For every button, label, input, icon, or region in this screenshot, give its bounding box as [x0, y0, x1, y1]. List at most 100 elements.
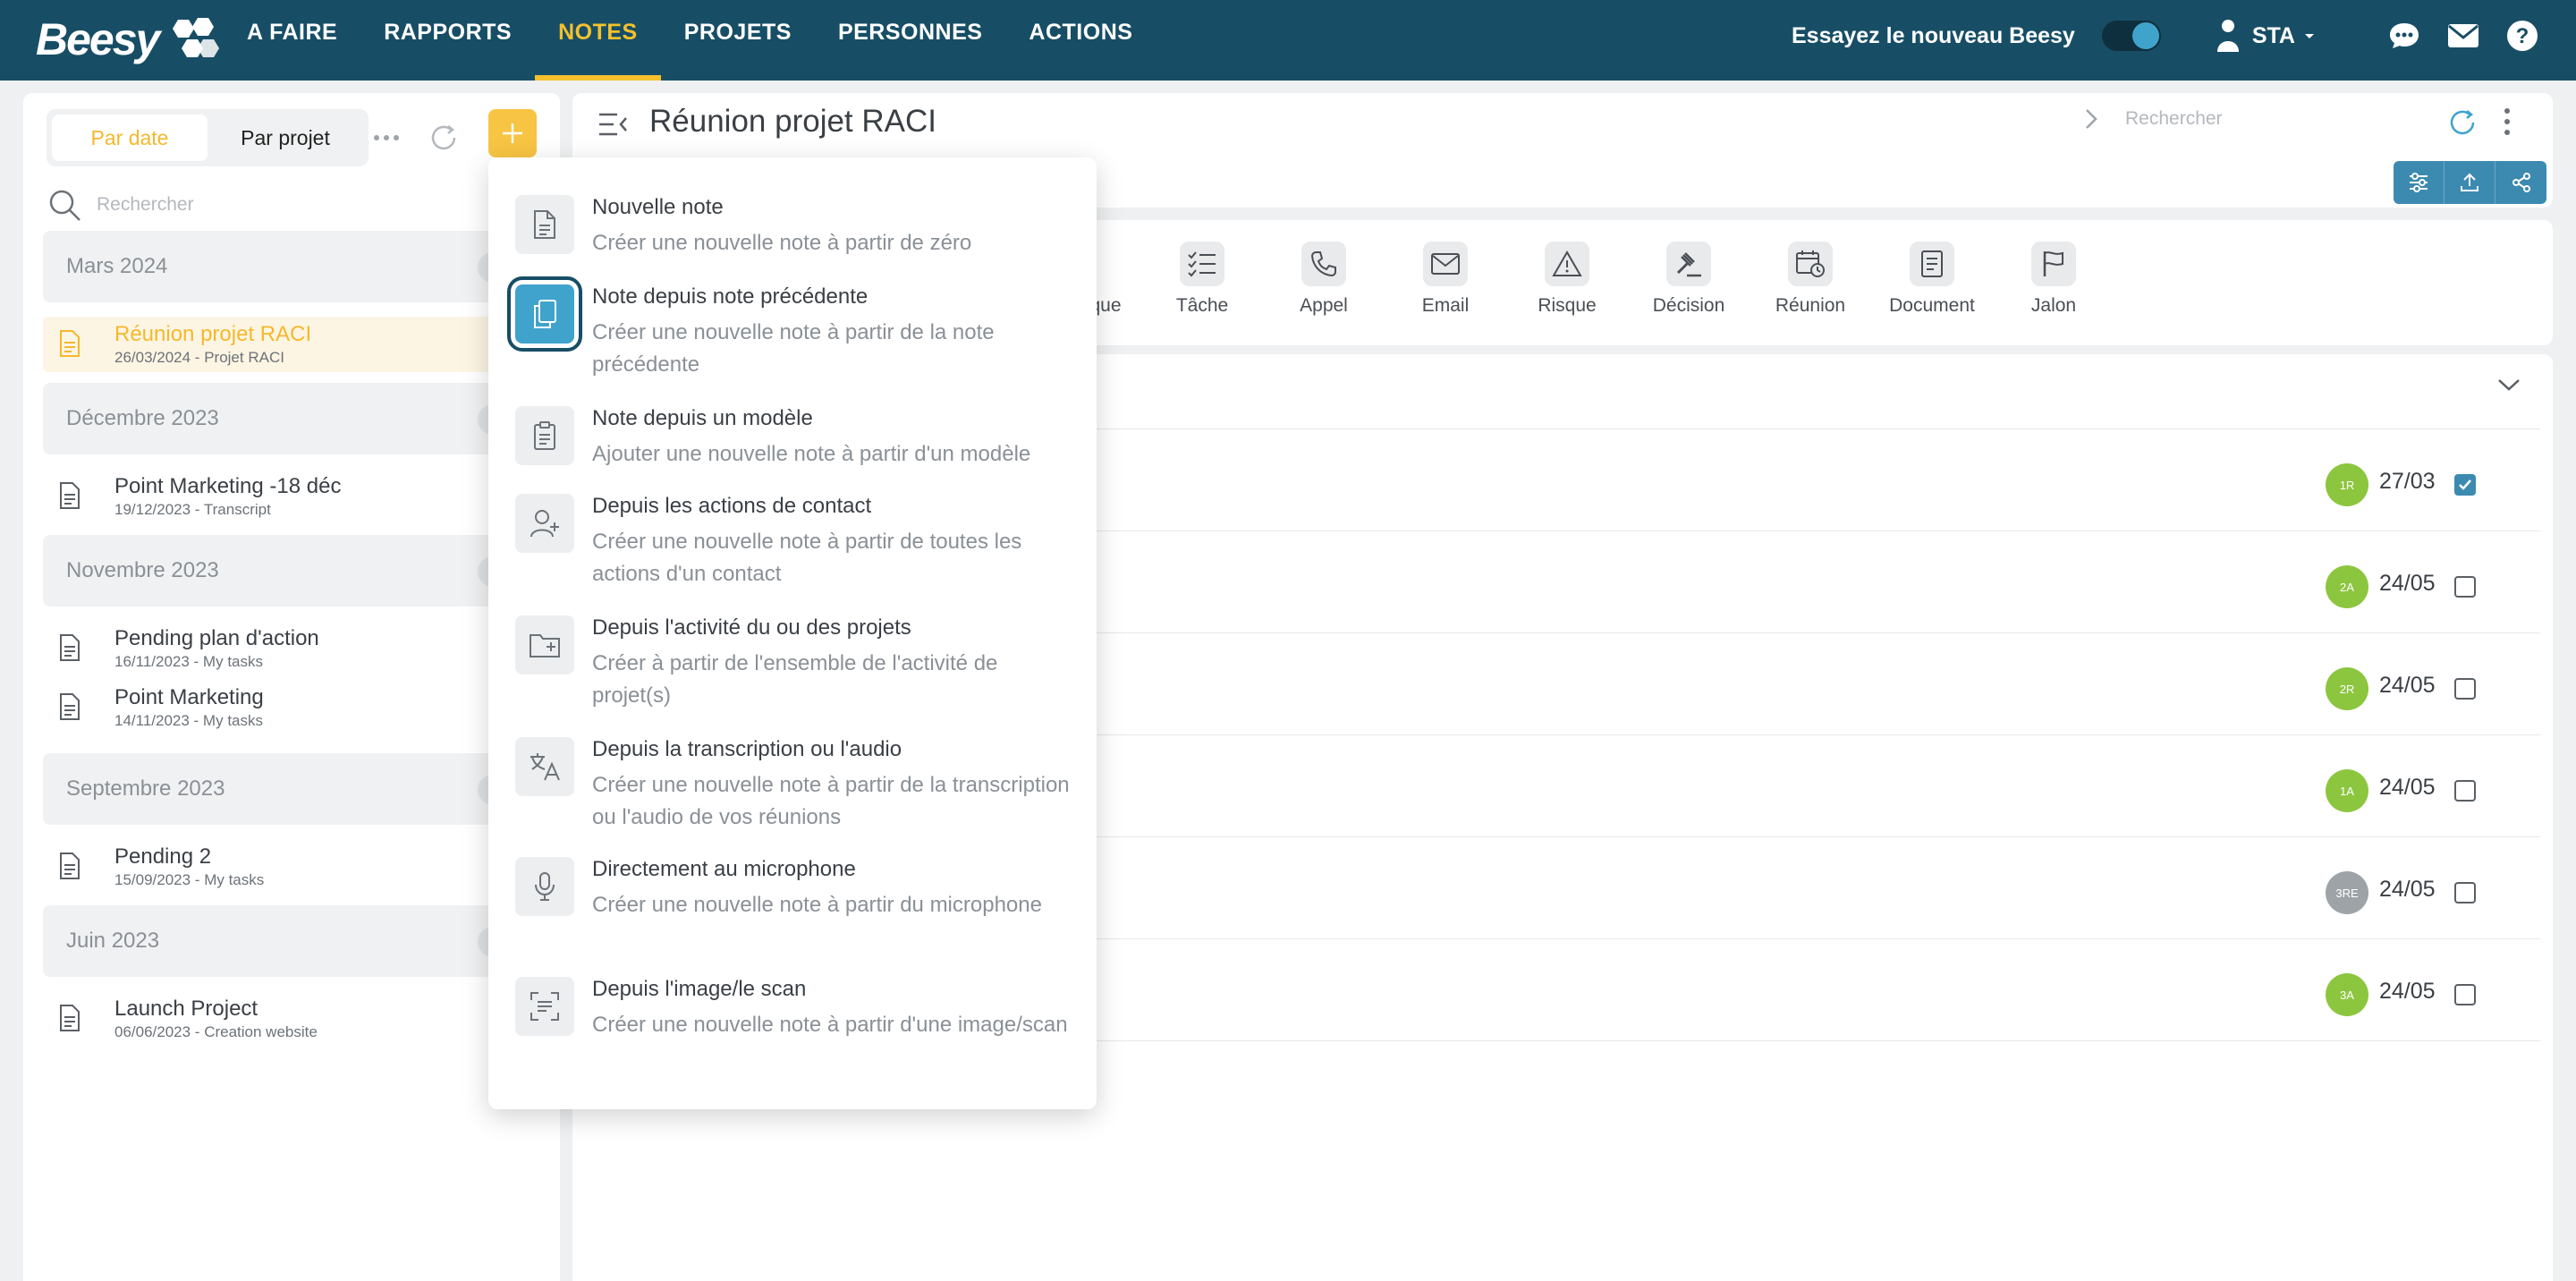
menu-item-title: Depuis l'image/le scan: [592, 977, 807, 1001]
plus-icon: [503, 123, 522, 143]
refresh-icon[interactable]: [426, 120, 462, 156]
collapse-sidebar-icon[interactable]: [597, 111, 630, 142]
menu-item-title: Directement au microphone: [592, 857, 856, 881]
note-item[interactable]: Pending plan d'action 16/11/2023 - My ta…: [43, 621, 544, 676]
document-icon: [60, 853, 80, 879]
document-icon: [60, 482, 80, 509]
nav-rapports[interactable]: RAPPORTS: [360, 0, 535, 81]
avatar: 3A: [2326, 973, 2368, 1016]
row-checkbox[interactable]: [2454, 882, 2476, 903]
month-label: Juin 2023: [66, 929, 160, 953]
mail-icon[interactable]: [2445, 18, 2481, 54]
type-risk[interactable]: Risque: [1513, 242, 1621, 317]
checklist-icon: [1180, 242, 1224, 286]
nav-notes[interactable]: NOTES: [535, 0, 661, 81]
type-label: Jalon: [2030, 295, 2077, 316]
scan-icon: [515, 977, 574, 1036]
type-label: Décision: [1652, 295, 1725, 316]
share-button[interactable]: [2496, 161, 2546, 204]
translate-icon: [515, 737, 574, 796]
note-title: Réunion projet RACI: [114, 322, 312, 346]
month-group-header[interactable]: Juin 2023 1: [43, 905, 544, 977]
help-icon[interactable]: ?: [2504, 18, 2540, 54]
refresh-icon[interactable]: [2447, 107, 2478, 142]
export-button[interactable]: [2445, 161, 2496, 204]
note-subtitle: 14/11/2023 - My tasks: [114, 712, 263, 729]
gavel-icon: [1666, 242, 1711, 286]
new-beesy-toggle[interactable]: [2101, 21, 2161, 51]
menu-item-description: Créer une nouvelle note à partir de la n…: [592, 320, 995, 377]
note-item[interactable]: Réunion projet RACI 26/03/2024 - Projet …: [43, 317, 544, 372]
avatar: 1A: [2326, 769, 2368, 812]
add-note-button[interactable]: [488, 109, 537, 157]
nav-personnes[interactable]: PERSONNES: [815, 0, 1005, 81]
copy-icon: [507, 276, 582, 352]
type-email[interactable]: Email: [1392, 242, 1499, 317]
type-document[interactable]: Document: [1878, 242, 1986, 317]
menu-item-description: Créer à partir de l'ensemble de l'activi…: [592, 651, 998, 708]
avatar: 1R: [2326, 463, 2368, 506]
type-label: Appel: [1300, 295, 1348, 316]
month-group-header[interactable]: Septembre 2023 1: [43, 753, 544, 825]
type-label: Email: [1421, 295, 1470, 316]
flag-icon: [2031, 242, 2076, 286]
chevron-down-icon[interactable]: [2496, 376, 2522, 398]
more-options-icon[interactable]: [369, 120, 404, 156]
menu-item-description: Créer une nouvelle note à partir d'une i…: [592, 1013, 1068, 1037]
row-date: 24/05: [2379, 979, 2436, 1004]
note-title: Pending 2: [114, 844, 212, 869]
avatar: 2R: [2326, 667, 2368, 710]
note-item[interactable]: Launch Project 06/06/2023 - Creation web…: [43, 991, 544, 1047]
type-call[interactable]: Appel: [1270, 242, 1377, 317]
type-decision[interactable]: Décision: [1635, 242, 1742, 317]
topbar-right: Essayez le nouveau Beesy STA ?: [1792, 0, 2540, 72]
note-search[interactable]: Rechercher: [2084, 107, 2223, 131]
user-initials: STA: [2251, 22, 2295, 48]
row-checkbox[interactable]: [2454, 576, 2476, 598]
note-item[interactable]: Point Marketing -18 déc 19/12/2023 - Tra…: [43, 469, 544, 524]
nav-actions[interactable]: ACTIONS: [1005, 0, 1156, 81]
month-label: Novembre 2023: [66, 558, 219, 582]
menu-item-title: Depuis la transcription ou l'audio: [592, 737, 902, 761]
type-milestone[interactable]: Jalon: [2000, 242, 2107, 317]
type-label: Tâche: [1175, 295, 1229, 316]
note-item[interactable]: Point Marketing 14/11/2023 - My tasks: [43, 680, 544, 735]
settings-sliders-button[interactable]: [2394, 161, 2445, 204]
vertical-dots-icon[interactable]: [2503, 107, 2512, 140]
type-label: Réunion: [1775, 295, 1846, 316]
share-icon: [2512, 173, 2530, 192]
menu-item-title: Nouvelle note: [592, 195, 724, 219]
menu-item-title: Note depuis un modèle: [592, 406, 813, 430]
month-group-header[interactable]: Mars 2024 1: [43, 231, 544, 302]
sort-by-date-button[interactable]: Par date: [52, 115, 208, 161]
row-checkbox[interactable]: [2454, 678, 2476, 700]
notes-search[interactable]: Rechercher: [47, 182, 530, 227]
try-new-beesy-label: Essayez le nouveau Beesy: [1791, 22, 2075, 48]
type-meeting[interactable]: Réunion: [1757, 242, 1864, 317]
note-actions-group: [2394, 161, 2546, 204]
month-group-header[interactable]: Décembre 2023 1: [43, 383, 544, 454]
menu-item-title: Depuis les actions de contact: [592, 494, 872, 518]
menu-item-description: Ajouter une nouvelle note à partir d'un …: [592, 442, 1031, 466]
note-item[interactable]: Pending 2 15/09/2023 - My tasks: [43, 839, 544, 895]
clipboard-icon: [515, 406, 574, 465]
logo[interactable]: Beesy: [36, 13, 221, 66]
row-checkbox[interactable]: [2454, 474, 2476, 496]
user-icon: [2216, 20, 2239, 52]
sort-by-project-button[interactable]: Par projet: [208, 115, 363, 161]
user-menu[interactable]: STA: [2215, 18, 2327, 54]
note-subtitle: 06/06/2023 - Creation website: [114, 1023, 318, 1040]
search-icon: [49, 190, 80, 221]
row-checkbox[interactable]: [2454, 780, 2476, 802]
menu-item-description: Créer une nouvelle note à partir de la t…: [592, 773, 1070, 829]
nav-a-faire[interactable]: A FAIRE: [224, 0, 360, 81]
type-label: Document: [1889, 295, 1975, 316]
hexagon-logo-icon: [173, 18, 220, 57]
row-checkbox[interactable]: [2454, 984, 2476, 1005]
type-task[interactable]: Tâche: [1148, 242, 1256, 317]
month-group-header[interactable]: Novembre 2023 2: [43, 535, 544, 607]
main-nav: A FAIRE RAPPORTS NOTES PROJETS PERSONNES…: [224, 0, 1156, 81]
chat-icon[interactable]: [2386, 18, 2422, 54]
search-placeholder: Rechercher: [2125, 108, 2223, 129]
nav-projets[interactable]: PROJETS: [661, 0, 815, 81]
